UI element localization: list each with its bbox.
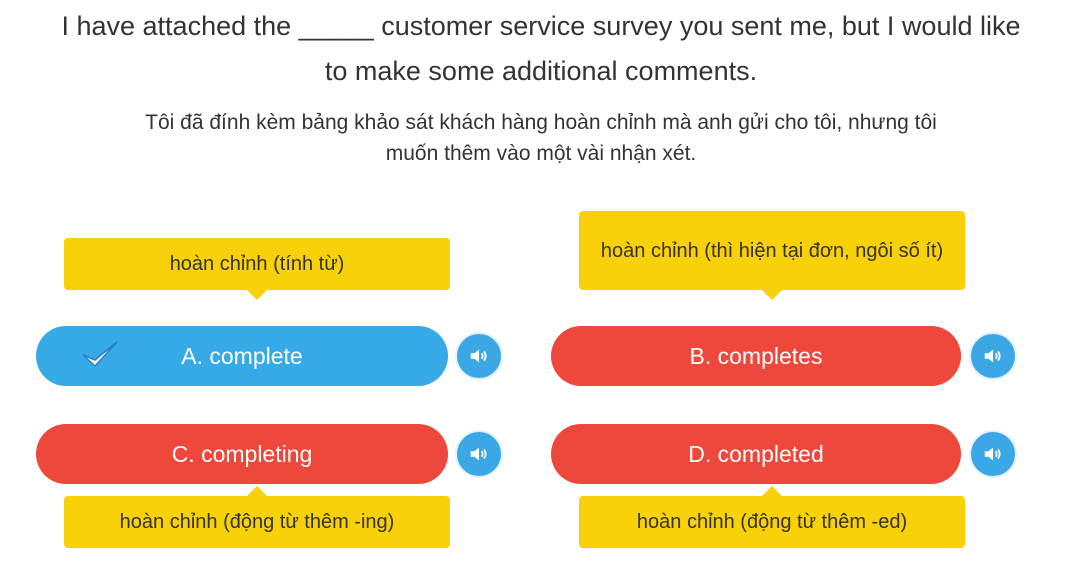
question-line-1: I have attached the _____ customer servi… [61, 11, 1021, 41]
option-a-hint: hoàn chỉnh (tính từ) [64, 238, 450, 300]
option-d-hint-text: hoàn chỉnh (động từ thêm -ed) [636, 511, 908, 533]
question-text: I have attached the _____ customer servi… [0, 4, 1082, 94]
question-translation: Tôi đã đính kèm bảng khảo sát khách hàng… [0, 107, 1082, 169]
option-b-audio-button[interactable] [971, 334, 1015, 378]
option-a-hint-text: hoàn chỉnh (tính từ) [169, 253, 345, 275]
speaker-icon [984, 349, 1001, 363]
option-c-hint-text: hoàn chỉnh (động từ thêm -ing) [119, 511, 395, 533]
question-line-2: to make some additional comments. [324, 56, 758, 86]
option-c-audio-button[interactable] [457, 432, 501, 476]
translation-line-1: Tôi đã đính kèm bảng khảo sát khách hàng… [145, 111, 937, 134]
speaker-icon [470, 349, 487, 363]
option-a-audio-button[interactable] [457, 334, 501, 378]
translation-line-2: muốn thêm vào một vài nhận xét. [385, 142, 697, 165]
speaker-icon [984, 447, 1001, 461]
option-b-hint: hoàn chỉnh (thì hiện tại đơn, ngôi số ít… [579, 211, 965, 300]
option-c-button[interactable]: C. completing [36, 424, 448, 484]
option-a-button[interactable]: A. complete [36, 326, 448, 386]
option-c-label: C. completing [171, 440, 313, 467]
option-d-label: D. completed [688, 440, 824, 467]
option-d-button[interactable]: D. completed [551, 424, 961, 484]
option-a-label: A. complete [181, 342, 303, 369]
check-icon [82, 341, 118, 367]
option-b-label: B. completes [689, 342, 823, 369]
option-b-hint-text: hoàn chỉnh (thì hiện tại đơn, ngôi số ít… [600, 239, 944, 262]
option-c-hint: hoàn chỉnh (động từ thêm -ing) [64, 486, 450, 548]
option-d-hint: hoàn chỉnh (động từ thêm -ed) [579, 486, 965, 548]
speaker-icon [470, 447, 487, 461]
option-b-button[interactable]: B. completes [551, 326, 961, 386]
option-d-audio-button[interactable] [971, 432, 1015, 476]
